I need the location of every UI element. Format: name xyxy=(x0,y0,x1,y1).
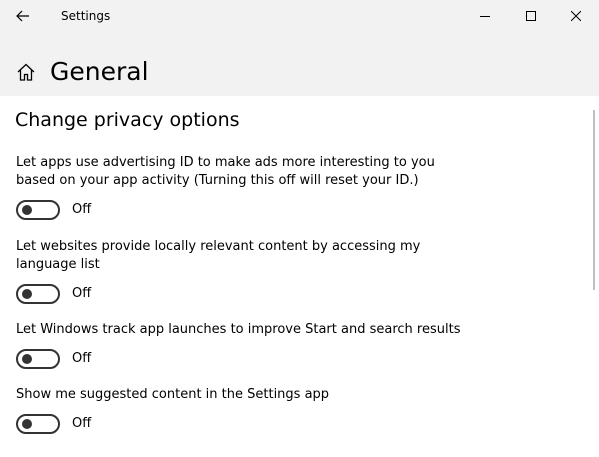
toggle-state-label: Off xyxy=(72,286,92,301)
page-title: General xyxy=(50,57,149,86)
toggle-knob xyxy=(22,205,32,215)
language-list-toggle[interactable] xyxy=(16,284,60,304)
setting-track-app-launches: Let Windows track app launches to improv… xyxy=(16,321,476,369)
maximize-button[interactable] xyxy=(508,0,554,32)
advertising-id-toggle[interactable] xyxy=(16,200,60,220)
setting-description: Let apps use advertising ID to make ads … xyxy=(16,155,435,188)
close-icon xyxy=(571,11,581,21)
setting-language-list: Let websites provide locally relevant co… xyxy=(16,238,476,304)
section-title: Change privacy options xyxy=(15,109,240,131)
toggle-knob xyxy=(22,354,32,364)
back-arrow-icon xyxy=(16,10,29,22)
page-header: General xyxy=(0,32,599,96)
close-button[interactable] xyxy=(553,0,599,32)
maximize-icon xyxy=(526,11,536,21)
suggested-content-toggle[interactable] xyxy=(16,414,60,434)
toggle-row: Off xyxy=(16,414,91,434)
toggle-row: Off xyxy=(16,284,91,304)
back-button[interactable] xyxy=(0,0,46,32)
setting-description: Show me suggested content in the Setting… xyxy=(16,387,330,402)
toggle-state-label: Off xyxy=(72,351,92,366)
title-bar: Settings xyxy=(0,0,599,32)
setting-advertising-id: Let apps use advertising ID to make ads … xyxy=(16,154,476,220)
toggle-knob xyxy=(22,289,32,299)
setting-suggested-content: Show me suggested content in the Setting… xyxy=(16,386,476,434)
settings-window: Settings General Change privacy options xyxy=(0,0,599,457)
home-button[interactable] xyxy=(16,62,36,82)
toggle-row: Off xyxy=(16,200,91,220)
settings-content: Change privacy options Let apps use adve… xyxy=(0,96,599,457)
toggle-knob xyxy=(22,419,32,429)
toggle-state-label: Off xyxy=(72,416,92,431)
minimize-button[interactable] xyxy=(462,0,508,32)
home-icon xyxy=(17,63,35,81)
minimize-icon xyxy=(480,16,490,17)
toggle-row: Off xyxy=(16,349,91,369)
track-app-launches-toggle[interactable] xyxy=(16,349,60,369)
toggle-state-label: Off xyxy=(72,202,92,217)
app-title: Settings xyxy=(61,9,111,23)
setting-description: Let Windows track app launches to improv… xyxy=(16,322,461,337)
setting-description: Let websites provide locally relevant co… xyxy=(16,239,421,272)
vertical-scrollbar[interactable] xyxy=(593,110,595,290)
